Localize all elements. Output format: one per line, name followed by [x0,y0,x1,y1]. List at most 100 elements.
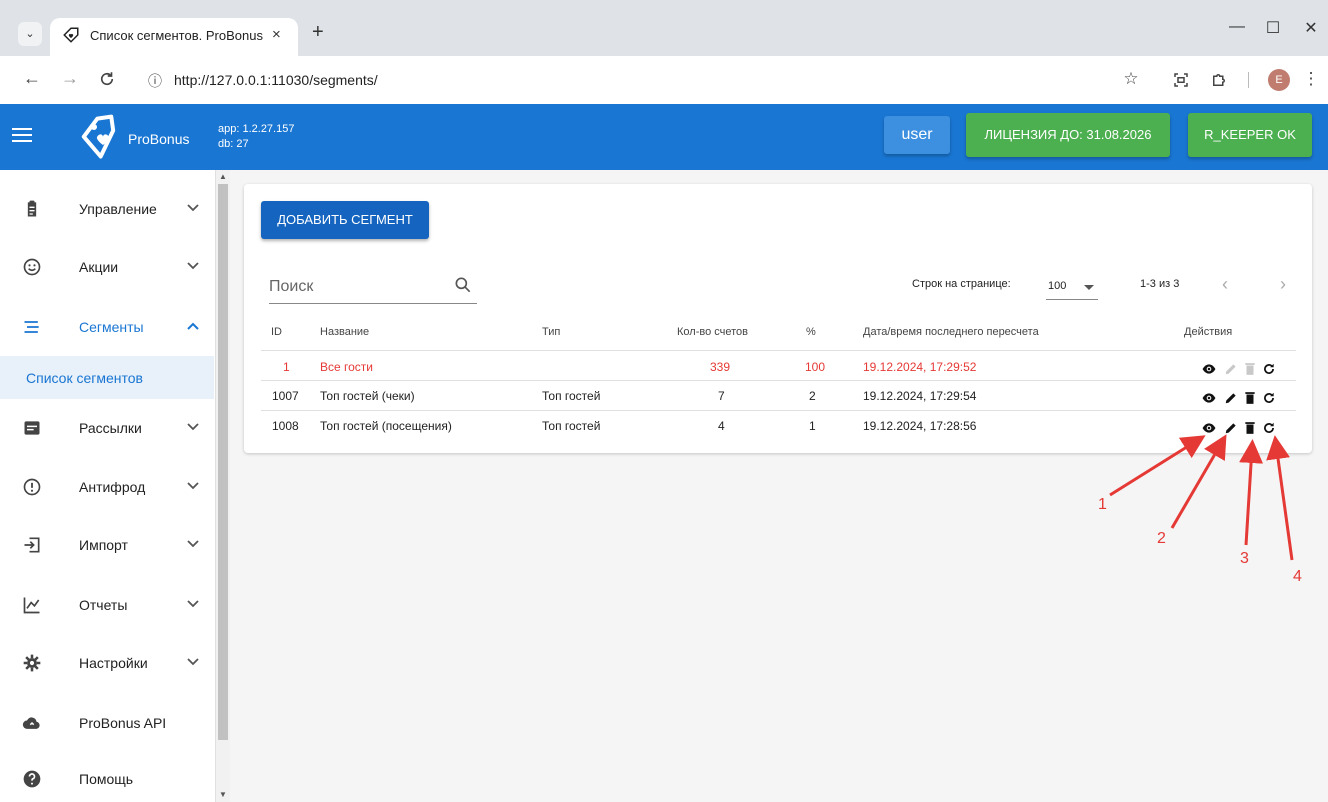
url-field[interactable]: ⓘ http://127.0.0.1:11030/segments/ [140,65,1120,95]
cell-percent: 100 [805,360,826,374]
refresh-icon[interactable] [1262,421,1276,435]
sidebar-item-label: Акции [79,259,119,275]
cell-name: Топ гостей (чеки) [320,389,415,403]
eye-icon[interactable] [1202,421,1216,435]
tab-close-icon[interactable]: × [272,26,281,43]
next-page-icon[interactable]: › [1280,274,1286,295]
pencil-icon[interactable] [1224,391,1238,405]
cell-id: 1 [283,360,290,374]
close-window-button[interactable]: ✕ [1296,18,1326,38]
user-button[interactable]: user [884,116,950,154]
annotation-label: 3 [1240,550,1249,567]
cell-name: Все гости [320,360,373,374]
scrollbar-thumb[interactable] [218,184,228,740]
sidebar: Управление Акции Сегменты Список сегмент… [0,170,216,802]
cell-type: Топ гостей [542,419,601,433]
sidebar-subitem-segment-list[interactable]: Список сегментов [0,356,214,399]
reload-icon[interactable] [98,70,116,88]
cell-date: 19.12.2024, 17:28:56 [863,419,977,433]
pencil-icon[interactable] [1224,421,1238,435]
refresh-icon[interactable] [1262,362,1276,376]
sidebar-item-label: Настройки [79,655,148,671]
browser-tab[interactable]: Список сегментов. ProBonus × [50,18,298,56]
eye-icon[interactable] [1202,362,1216,376]
search-input[interactable]: Поиск [269,270,477,304]
site-info-icon[interactable]: ⓘ [148,71,162,91]
sidebar-item-label: Рассылки [79,420,142,436]
pencil-icon [1225,364,1236,375]
tab-title: Список сегментов. ProBonus [90,28,263,43]
forward-arrow-icon[interactable]: → [58,68,82,89]
search-icon[interactable] [453,275,473,295]
sidebar-item-settings[interactable]: Настройки [0,634,214,692]
add-segment-button[interactable]: ДОБАВИТЬ СЕГМЕНТ [261,201,429,239]
column-header-type[interactable]: Тип [542,326,560,338]
menu-icon[interactable] [10,124,34,148]
extensions-icon[interactable] [1210,71,1228,89]
trash-icon[interactable] [1243,391,1257,405]
rows-per-page-select[interactable]: 100 [1046,272,1098,300]
scroll-up-arrow[interactable]: ▲ [219,172,227,181]
browser-menu-icon[interactable]: ⋮ [1300,69,1322,89]
table-divider [261,380,1296,381]
sidebar-item-management[interactable]: Управление [0,180,214,238]
tab-search-button[interactable]: ⌄ [18,22,42,46]
sidebar-item-import[interactable]: Импорт [0,516,214,574]
chart-icon [23,597,40,614]
sidebar-item-help[interactable]: Помощь [0,750,214,802]
caret-down-icon [1084,285,1094,290]
column-header-date[interactable]: Дата/время последнего пересчета [863,326,1039,338]
column-header-id[interactable]: ID [271,326,282,338]
toolbar-divider [1248,72,1249,88]
back-arrow-icon[interactable]: ← [20,68,44,89]
chevron-down-icon [187,658,199,666]
license-button[interactable]: ЛИЦЕНЗИЯ ДО: 31.08.2026 [966,113,1170,157]
clipboard-icon [27,200,37,217]
sidebar-scrollbar[interactable]: ▲ ▼ [216,170,230,802]
new-tab-button[interactable]: + [312,22,324,42]
cell-type: Топ гостей [542,389,601,403]
sidebar-item-label: Импорт [79,537,128,553]
prev-page-icon[interactable]: ‹ [1222,274,1228,295]
chevron-down-icon [187,482,199,490]
arrow-3 [1239,439,1264,546]
scroll-down-arrow[interactable]: ▼ [219,790,227,799]
maximize-button[interactable]: ☐ [1258,18,1288,38]
sidebar-item-segments[interactable]: Сегменты [0,298,214,356]
column-header-name[interactable]: Название [320,326,369,338]
chevron-down-icon [187,262,199,270]
arrow-4 [1266,435,1294,561]
db-version: db: 27 [218,138,249,150]
sidebar-item-api[interactable]: ProBonus API [0,694,214,752]
sidebar-item-mailings[interactable]: Рассылки [0,399,214,457]
rkeeper-status-button[interactable]: R_KEEPER OK [1188,113,1312,157]
profile-avatar[interactable]: E [1268,69,1290,91]
url-text: http://127.0.0.1:11030/segments/ [174,72,378,88]
brand-name: ProBonus [128,131,190,147]
column-header-count[interactable]: Кол-во счетов [677,326,748,338]
minimize-button[interactable]: — [1222,18,1252,36]
probonus-logo [81,114,116,159]
column-header-actions: Действия [1184,326,1233,338]
annotation-label: 2 [1157,530,1166,547]
screenshot-icon[interactable] [1172,71,1190,89]
column-header-percent[interactable]: % [806,326,816,338]
search-placeholder: Поиск [269,278,314,295]
sidebar-item-label: ProBonus API [79,715,167,731]
sidebar-item-reports[interactable]: Отчеты [0,576,214,634]
refresh-icon[interactable] [1262,391,1276,405]
annotation-label: 1 [1098,496,1107,513]
trash-icon[interactable] [1243,421,1257,435]
cell-count: 7 [718,389,725,403]
bookmark-star-icon[interactable]: ☆ [1120,69,1142,89]
smile-icon [23,258,41,276]
rows-per-page-label: Строк на странице: [912,278,1011,290]
sidebar-item-antifraud[interactable]: Антифрод [0,458,214,516]
sidebar-item-label: Помощь [79,771,134,787]
eye-icon[interactable] [1202,391,1216,405]
alert-icon [23,478,41,496]
sidebar-item-promotions[interactable]: Акции [0,238,214,296]
cell-percent: 1 [809,419,816,433]
chevron-down-icon [187,540,199,548]
import-icon [24,537,40,553]
